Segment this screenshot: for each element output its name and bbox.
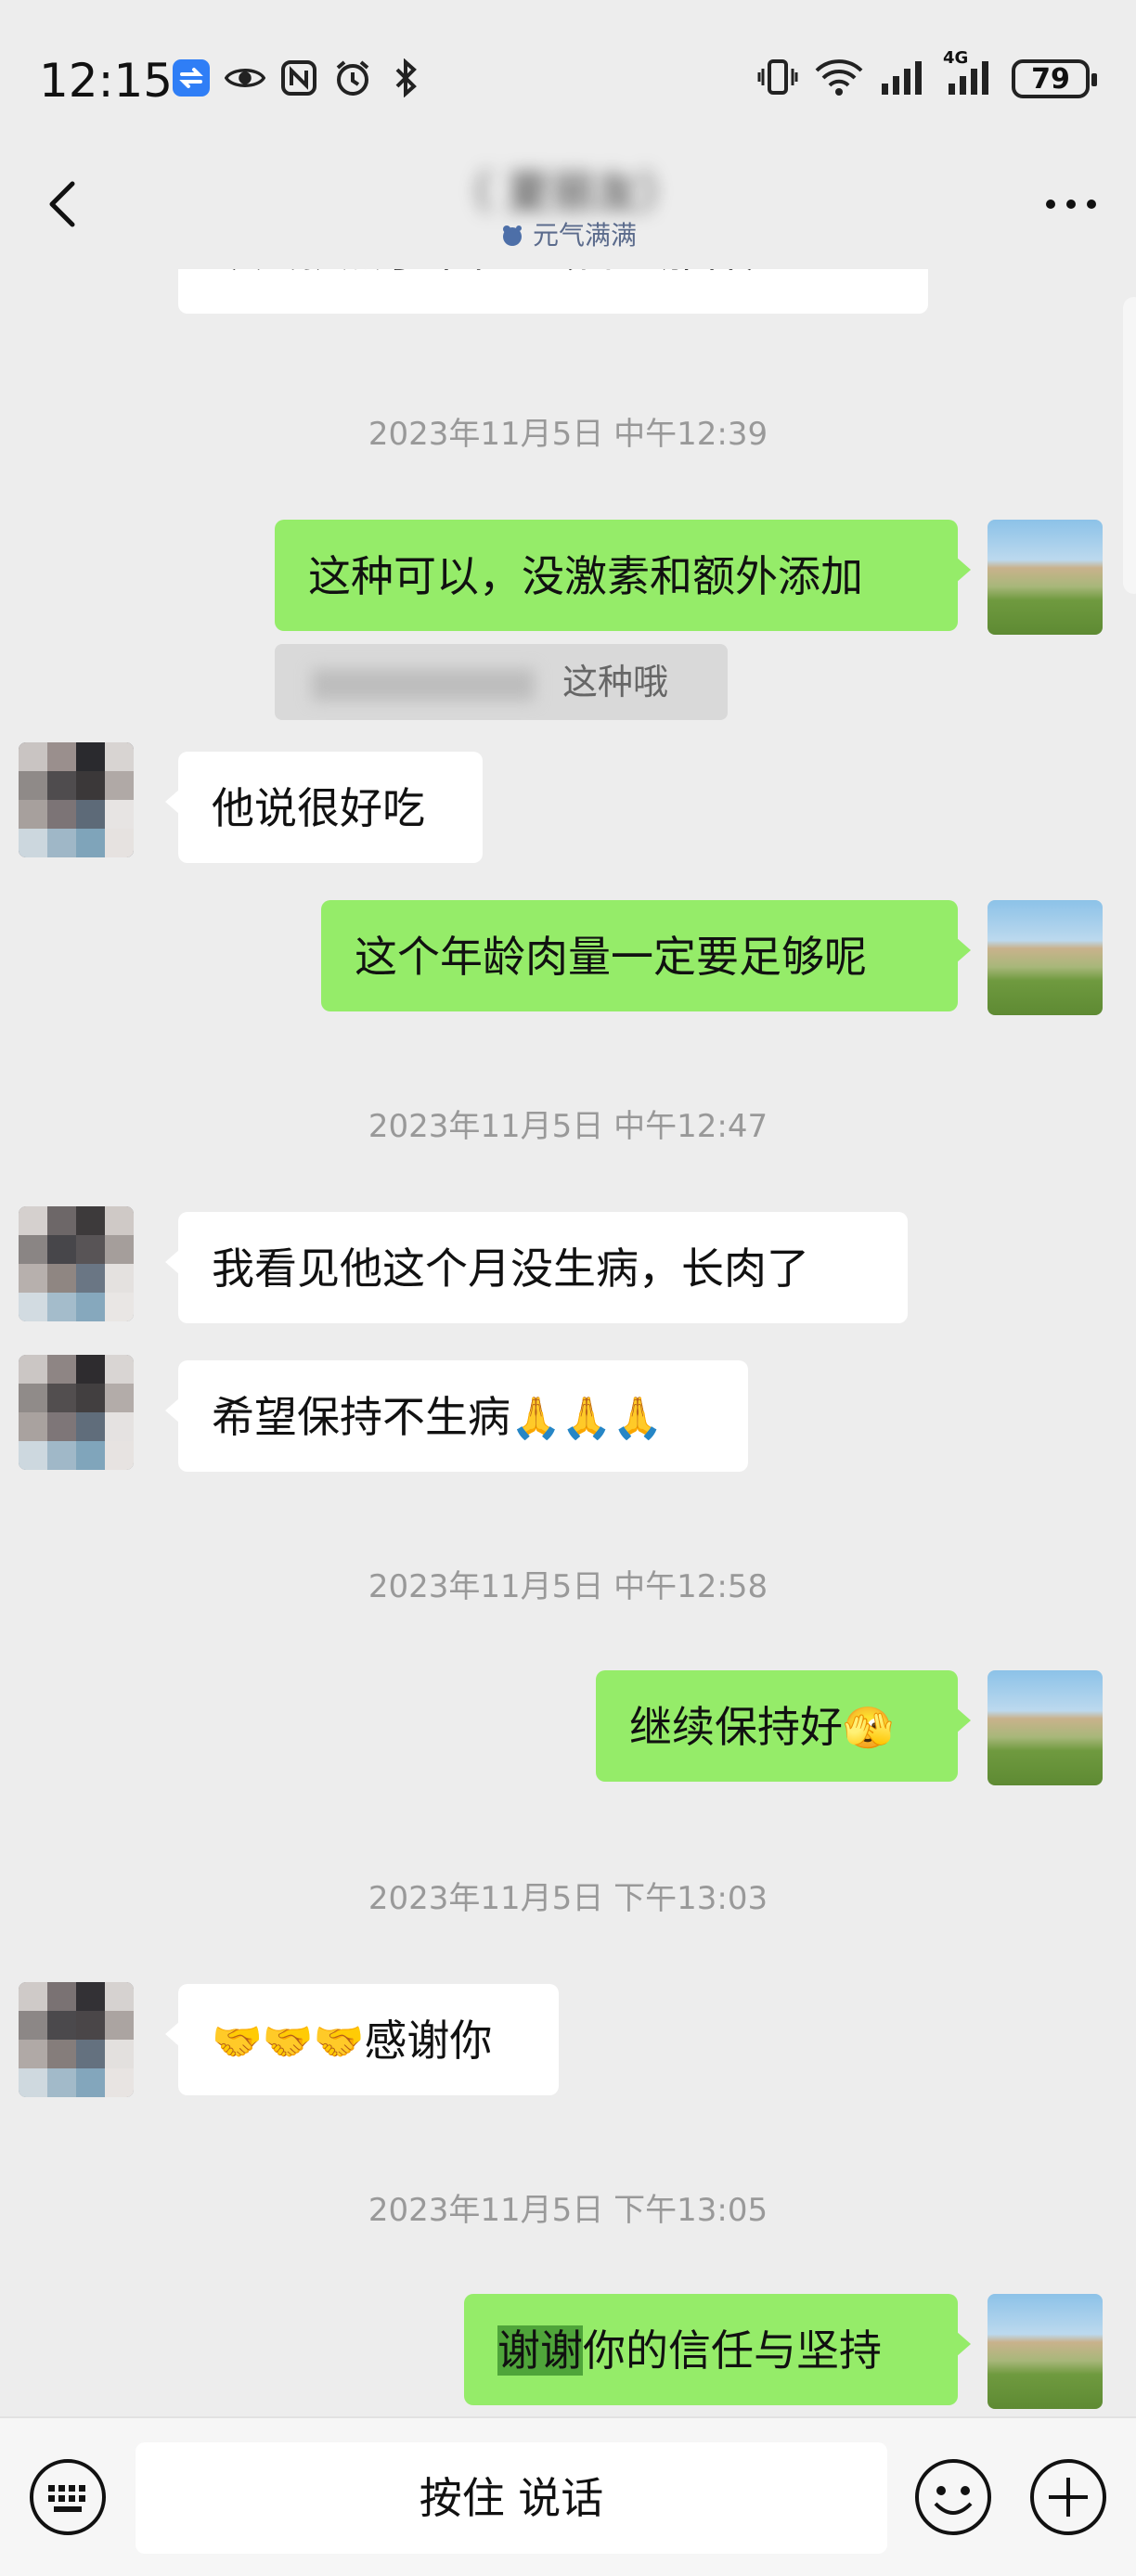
eye-icon <box>225 58 265 98</box>
message-bubble-in[interactable]: 希望保持不生病🙏🙏🙏 <box>165 1360 748 1472</box>
avatar-peer[interactable] <box>19 1206 134 1321</box>
vibrate-icon <box>757 58 798 100</box>
battery-icon: 79 <box>1012 59 1097 98</box>
message-bubble-partial[interactable]: 今天就煮了菜花。（日色那样） <box>178 269 928 314</box>
message-text: 希望保持不生病 <box>212 1392 510 1442</box>
shy-face-emoji: 🫣 <box>843 1705 894 1752</box>
avatar-peer[interactable] <box>19 742 134 857</box>
wifi-icon <box>815 58 863 100</box>
status-mood-icon <box>499 224 525 250</box>
avatar-peer[interactable] <box>19 1982 134 2097</box>
plus-icon[interactable] <box>1028 2457 1108 2537</box>
battery-level: 79 <box>1031 62 1070 96</box>
timestamp: 2023年11月5日 中午12:39 <box>368 416 768 453</box>
pray-emoji: 🙏🙏🙏 <box>510 1395 664 1442</box>
status-time: 12:15 <box>39 54 174 108</box>
keyboard-icon[interactable] <box>28 2457 108 2537</box>
selected-text[interactable]: 谢谢 <box>497 2325 583 2376</box>
swap-app-icon <box>171 58 212 98</box>
chat-title: （ 夏丽友） <box>447 167 685 219</box>
nfc-icon <box>278 58 319 98</box>
message-bubble-in[interactable]: 🤝🤝🤝感谢你 <box>165 1984 559 2095</box>
message-bubble-out[interactable]: 这个年龄肉量一定要足够呢 <box>321 900 971 1011</box>
message-text: 这种可以，没激素和额外添加 <box>308 551 863 601</box>
avatar-me[interactable] <box>988 900 1103 1015</box>
status-right-icons: 4G 79 <box>757 48 1097 100</box>
input-bar: 按住 说话 <box>0 2416 1136 2576</box>
avatar-me[interactable] <box>988 520 1103 635</box>
avatar-peer[interactable] <box>19 1355 134 1470</box>
chat-header: （ 夏丽友） 元气满满 <box>0 139 1136 269</box>
message-text: 继续保持好 <box>629 1702 843 1752</box>
message-text: 他说很好吃 <box>212 783 425 833</box>
quoted-sender-redacted <box>312 668 535 701</box>
message-bubble-out[interactable]: 这种可以，没激素和额外添加 <box>275 520 971 631</box>
timestamp: 2023年11月5日 下午13:05 <box>368 2192 768 2229</box>
more-icon[interactable] <box>1043 193 1099 215</box>
chat-status: 元气满满 <box>0 215 1136 252</box>
network-type: 4G <box>943 48 969 68</box>
emoji-icon[interactable] <box>913 2457 993 2537</box>
message-text: 我看见他这个月没生病，长肉了 <box>212 1243 809 1294</box>
bluetooth-icon <box>386 58 427 98</box>
quote-text: 这种哦 <box>562 662 669 702</box>
timestamp: 2023年11月5日 下午13:03 <box>368 1880 768 1917</box>
message-text: 今天就煮了菜花。（日色那样） <box>212 269 788 277</box>
message-text: 感谢你 <box>364 2016 493 2066</box>
message-text: 这个年龄肉量一定要足够呢 <box>355 932 867 982</box>
signal-icon <box>880 58 926 100</box>
status-bar: 12:15 4G 79 <box>0 0 1136 139</box>
message-bubble-out[interactable]: 谢谢你的信任与坚持 <box>464 2294 971 2405</box>
alarm-icon <box>332 58 373 98</box>
message-bubble-in[interactable]: 他说很好吃 <box>165 752 483 863</box>
message-bubble-in[interactable]: 我看见他这个月没生病，长肉了 <box>165 1212 908 1323</box>
message-list[interactable]: 今天就煮了菜花。（日色那样） 2023年11月5日 中午12:39 这种可以，没… <box>0 269 1136 2413</box>
signal-4g-icon: 4G <box>943 48 995 100</box>
status-text: 元气满满 <box>532 220 637 251</box>
quoted-message[interactable]: 这种哦 <box>275 644 728 720</box>
avatar-me[interactable] <box>988 1670 1103 1785</box>
message-text: 你的信任与坚持 <box>583 2325 882 2376</box>
timestamp: 2023年11月5日 中午12:58 <box>368 1568 768 1605</box>
message-bubble-out[interactable]: 继续保持好🫣 <box>596 1670 971 1782</box>
timestamp: 2023年11月5日 中午12:47 <box>368 1108 768 1145</box>
handshake-emoji: 🤝🤝🤝 <box>212 2018 365 2066</box>
hold-to-talk-button[interactable]: 按住 说话 <box>136 2442 887 2554</box>
avatar-me[interactable] <box>988 2294 1103 2409</box>
status-left-icons <box>171 58 427 98</box>
